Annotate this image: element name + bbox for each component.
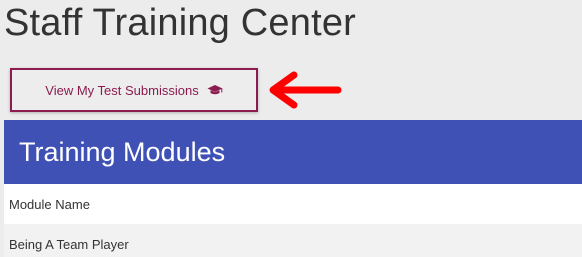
page: Staff Training Center View My Test Submi… bbox=[0, 0, 582, 257]
training-modules-panel: Training Modules Module Name Being A Tea… bbox=[4, 120, 582, 257]
panel-title: Training Modules bbox=[19, 136, 226, 167]
module-name-cell: Being A Team Player bbox=[9, 236, 129, 252]
view-submissions-button[interactable]: View My Test Submissions bbox=[10, 68, 258, 112]
red-arrow-icon bbox=[269, 71, 342, 109]
table-row[interactable]: Being A Team Player bbox=[4, 224, 582, 257]
view-submissions-label: View My Test Submissions bbox=[45, 82, 199, 98]
table-header: Module Name bbox=[4, 184, 582, 224]
column-header-module-name: Module Name bbox=[9, 196, 90, 212]
page-title: Staff Training Center bbox=[4, 2, 357, 44]
panel-header: Training Modules bbox=[4, 120, 582, 184]
graduation-cap-icon bbox=[207, 84, 223, 96]
